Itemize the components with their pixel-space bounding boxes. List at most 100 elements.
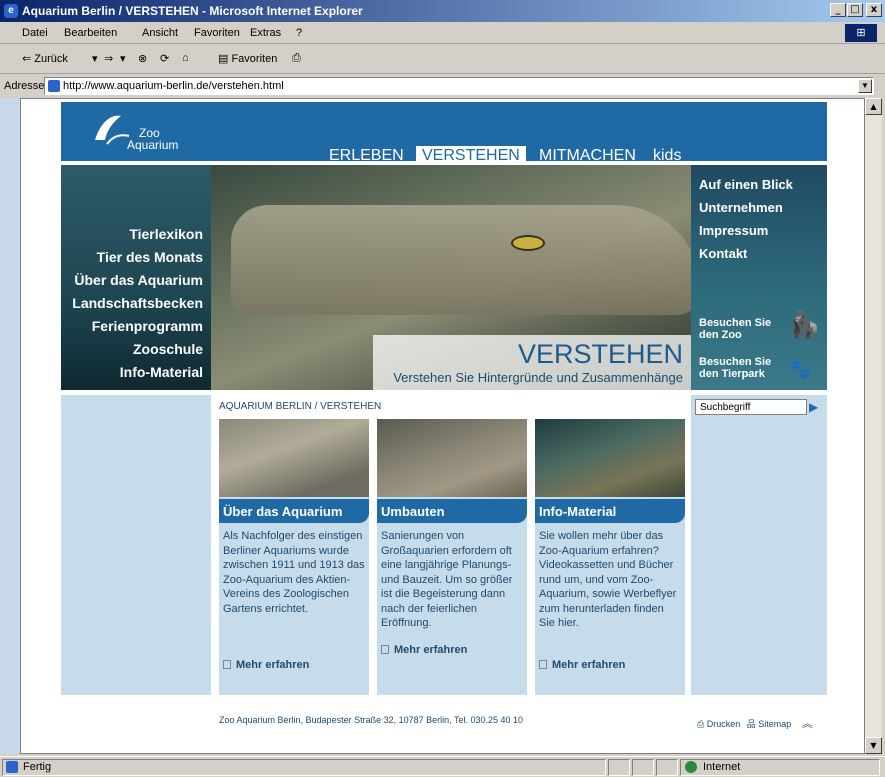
favorites-icon: ▤ <box>218 53 232 65</box>
visit-tierpark-line1: Besuchen Sie <box>699 356 772 368</box>
rightnav-impressum[interactable]: Impressum <box>699 223 768 238</box>
leftnav-landschaftsbecken[interactable]: Landschaftsbecken <box>72 295 203 311</box>
forward-dropdown-icon[interactable]: ▾ <box>120 52 126 65</box>
hero-title: VERSTEHEN <box>517 339 683 369</box>
refresh-icon[interactable]: ⟳ <box>160 52 169 65</box>
crocodile-snout-shape <box>231 205 701 315</box>
minimize-button[interactable]: _ <box>830 3 846 17</box>
menu-bar: Datei Bearbeiten Ansicht Favoriten Extra… <box>0 22 885 44</box>
zone-text: Internet <box>703 761 741 773</box>
ie-app-icon: e <box>4 4 18 18</box>
logo-aquarium-text: Aquarium <box>127 138 179 152</box>
visit-zoo-link[interactable]: Besuchen Sie den Zoo <box>699 317 771 341</box>
menu-extras[interactable]: Extras <box>250 27 281 39</box>
maximize-button[interactable]: □ <box>847 3 863 17</box>
more-bullet-icon <box>223 660 231 669</box>
favorites-button[interactable]: ▤ Favoriten <box>218 52 277 65</box>
footer-address: Zoo Aquarium Berlin, Budapester Straße 3… <box>219 715 524 725</box>
seal-logo-icon <box>95 115 130 145</box>
rightnav-auf-einen-blick[interactable]: Auf einen Blick <box>699 177 793 192</box>
status-cell <box>632 759 654 776</box>
card-title[interactable]: Über das Aquarium <box>219 499 369 523</box>
card-photo-construction <box>377 419 527 497</box>
nav-mitmachen[interactable]: MITMACHEN <box>533 146 642 165</box>
footer-links: ⎙ Drucken 品 Sitemap ︽ <box>697 715 813 731</box>
card-text: Sanierungen von Großaquarien erfordern o… <box>381 530 513 629</box>
rightnav-kontakt[interactable]: Kontakt <box>699 246 747 261</box>
leftnav-ferienprogramm[interactable]: Ferienprogramm <box>92 318 203 334</box>
hero-subtitle: Verstehen Sie Hintergründe und Zusammenh… <box>393 370 683 385</box>
window-title: Aquarium Berlin / VERSTEHEN - Microsoft … <box>22 4 363 18</box>
address-url[interactable]: http://www.aquarium-berlin.de/verstehen.… <box>63 80 284 92</box>
page-icon <box>48 80 60 92</box>
rightnav-unternehmen[interactable]: Unternehmen <box>699 200 783 215</box>
menu-datei[interactable]: Datei <box>22 27 48 39</box>
nav-erleben[interactable]: ERLEBEN <box>323 146 410 165</box>
scroll-down-icon[interactable]: ▼ <box>865 737 882 754</box>
status-bar: Fertig Internet <box>0 756 885 777</box>
back-button[interactable]: ⇐ Zurück <box>22 52 68 65</box>
card-title[interactable]: Umbauten <box>377 499 527 523</box>
status-cell <box>608 759 630 776</box>
address-label: Adresse <box>4 80 45 92</box>
card-more-link[interactable]: Mehr erfahren <box>381 644 467 656</box>
sitemap-link[interactable]: Sitemap <box>758 719 791 729</box>
menu-favoriten[interactable]: Favoriten <box>194 27 240 39</box>
breadcrumb[interactable]: AQUARIUM BERLIN / VERSTEHEN <box>219 401 381 412</box>
card-title[interactable]: Info-Material <box>535 499 685 523</box>
site-container: Zoo Aquarium ERLEBEN VERSTEHEN MITMACHEN… <box>61 99 827 753</box>
card-more-link[interactable]: Mehr erfahren <box>539 659 625 671</box>
address-bar: Adresse http://www.aquarium-berlin.de/ve… <box>0 74 885 98</box>
leftnav-tierlexikon[interactable]: Tierlexikon <box>129 226 203 242</box>
card-umbauten: Umbauten Sanierungen von Großaquarien er… <box>377 419 527 695</box>
card-photo-statue <box>219 419 369 497</box>
visit-tierpark-link[interactable]: Besuchen Sie den Tierpark <box>699 356 771 380</box>
close-button[interactable]: x <box>866 3 882 17</box>
forward-button[interactable]: ⇒ <box>104 52 113 65</box>
card-more-label: Mehr erfahren <box>394 644 468 656</box>
menu-help[interactable]: ? <box>296 27 302 39</box>
toolbar: ⇐ Zurück ▾ ⇒ ▾ ⊗ ⟳ ⌂ ▤ Favoriten ⎙ <box>0 44 885 74</box>
address-input[interactable]: http://www.aquarium-berlin.de/verstehen.… <box>44 77 874 95</box>
animal-icon: 🐾 <box>789 359 812 380</box>
search-go-icon[interactable]: ▶ <box>809 400 823 414</box>
sitemap-icon[interactable]: 品 <box>747 719 756 729</box>
more-bullet-icon <box>381 645 389 654</box>
leftnav-ueber-das-aquarium[interactable]: Über das Aquarium <box>74 272 203 288</box>
print-link[interactable]: Drucken <box>707 719 741 729</box>
print-icon[interactable]: ⎙ <box>292 52 301 65</box>
back-to-top-icon[interactable]: ︽ <box>802 718 813 730</box>
menu-bearbeiten[interactable]: Bearbeiten <box>64 27 117 39</box>
address-dropdown-icon[interactable]: ▼ <box>858 79 872 93</box>
card-info-material: Info-Material Sie wollen mehr über das Z… <box>535 419 685 695</box>
print-icon[interactable]: ⎙ <box>697 719 704 729</box>
status-zone: Internet <box>680 759 880 776</box>
visit-tierpark-line2: den Tierpark <box>699 368 765 380</box>
leftnav-info-material[interactable]: Info-Material <box>120 364 203 380</box>
vertical-scrollbar[interactable]: ▲ ▼ <box>865 98 882 754</box>
more-bullet-icon <box>539 660 547 669</box>
status-cell <box>656 759 678 776</box>
search-input[interactable] <box>695 399 807 415</box>
nav-kids[interactable]: kids <box>647 146 687 165</box>
card-text: Sie wollen mehr über das Zoo-Aquarium er… <box>539 530 677 629</box>
right-column <box>691 395 827 695</box>
back-dropdown-icon[interactable]: ▾ <box>92 52 98 65</box>
stop-icon[interactable]: ⊗ <box>138 52 147 65</box>
home-icon[interactable]: ⌂ <box>182 52 189 64</box>
window-left-border <box>0 98 20 754</box>
page-viewport: Zoo Aquarium ERLEBEN VERSTEHEN MITMACHEN… <box>20 98 865 754</box>
card-more-link[interactable]: Mehr erfahren <box>223 659 309 671</box>
window-titlebar: e Aquarium Berlin / VERSTEHEN - Microsof… <box>0 0 885 22</box>
nav-verstehen[interactable]: VERSTEHEN <box>416 146 526 165</box>
menu-ansicht[interactable]: Ansicht <box>142 27 178 39</box>
leftnav-zooschule[interactable]: Zooschule <box>133 341 203 357</box>
gorilla-icon: 🦍 <box>789 311 822 341</box>
scroll-up-icon[interactable]: ▲ <box>865 98 882 115</box>
visit-zoo-line2: den Zoo <box>699 329 742 341</box>
leftnav-tier-des-monats[interactable]: Tier des Monats <box>97 249 203 265</box>
status-text: Fertig <box>23 761 52 773</box>
card-more-label: Mehr erfahren <box>236 659 310 671</box>
status-main: Fertig <box>2 759 606 776</box>
visit-zoo-line1: Besuchen Sie <box>699 317 772 329</box>
